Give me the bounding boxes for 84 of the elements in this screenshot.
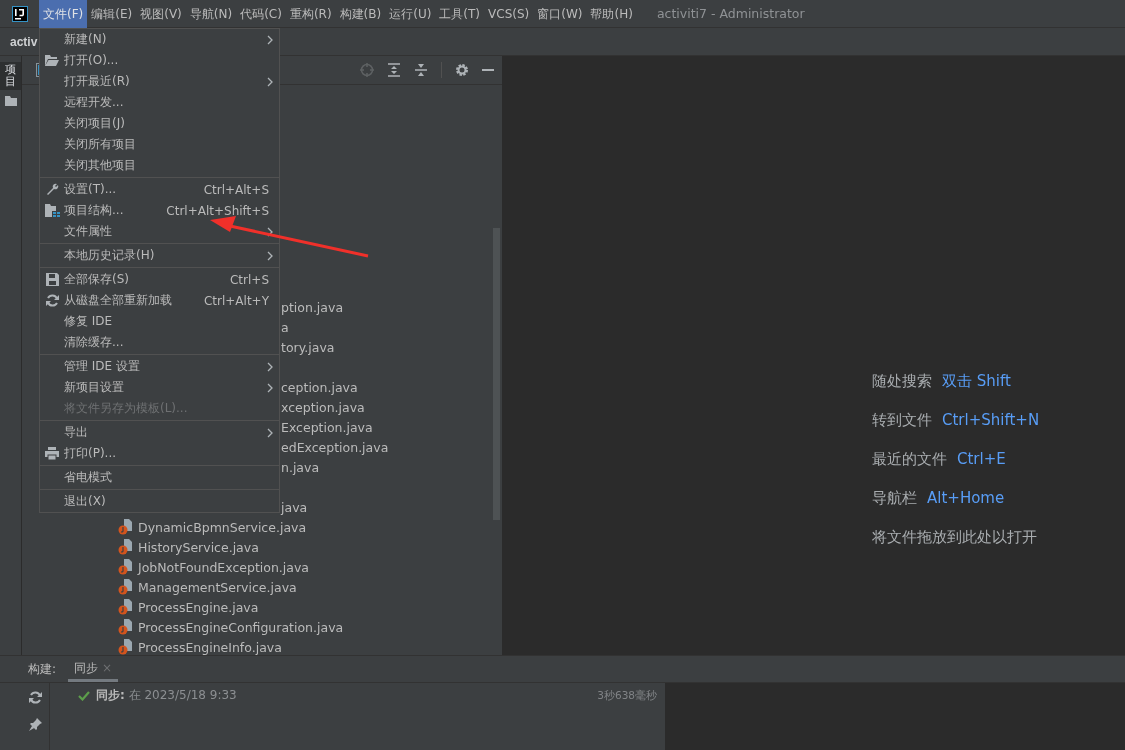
java-file-icon xyxy=(118,539,133,555)
menu-entry[interactable]: 管理 IDE 设置 xyxy=(40,356,279,377)
java-file-icon xyxy=(118,599,133,615)
file-name[interactable]: ManagementService.java xyxy=(138,579,297,595)
hint-shortcut: 双击 Shift xyxy=(942,372,1011,392)
file-name[interactable]: edException.java xyxy=(281,439,389,455)
file-name[interactable]: ception.java xyxy=(281,379,358,395)
menu-entry[interactable]: 远程开发... xyxy=(40,92,279,113)
hint-label: 最近的文件 xyxy=(872,450,947,470)
expand-all-icon[interactable] xyxy=(387,63,401,77)
menu-entry[interactable]: 打印(P)... xyxy=(40,443,279,464)
hint-label: 转到文件 xyxy=(872,411,932,431)
file-name[interactable]: ption.java xyxy=(281,299,344,315)
java-file-icon xyxy=(118,519,133,535)
hint-shortcut: Alt+Home xyxy=(927,489,1005,509)
save-icon xyxy=(45,273,59,286)
menu-entry[interactable]: 打开(O)... xyxy=(40,50,279,71)
menu-item[interactable]: 窗口(W) xyxy=(533,0,587,28)
file-name[interactable]: ProcessEngineInfo.java xyxy=(138,639,282,655)
menu-item[interactable]: 帮助(H) xyxy=(586,0,637,28)
menu-entry[interactable]: 本地历史记录(H) xyxy=(40,245,279,266)
file-name[interactable]: HistoryService.java xyxy=(138,539,259,555)
menu-entry[interactable]: 关闭所有项目 xyxy=(40,134,279,155)
folder-icon xyxy=(45,55,59,66)
project-tab[interactable]: 项目 xyxy=(0,62,21,91)
menu-entry[interactable]: 新建(N) xyxy=(40,29,279,50)
menu-item[interactable]: 编辑(E) xyxy=(87,0,137,28)
java-file-icon xyxy=(118,579,133,595)
panel-tab[interactable]: 同步 × xyxy=(68,656,118,682)
check-icon xyxy=(78,690,90,701)
menu-entry[interactable]: 设置(T)... Ctrl+Alt+S xyxy=(40,179,279,200)
file-name[interactable]: DynamicBpmnService.java xyxy=(138,519,307,535)
file-name[interactable]: tory.java xyxy=(281,339,335,355)
file-name[interactable]: java xyxy=(281,499,308,515)
menu-entry[interactable]: 项目结构... Ctrl+Alt+Shift+S xyxy=(40,200,279,221)
settings-icon[interactable] xyxy=(455,63,469,77)
menu-item[interactable]: 构建(B) xyxy=(335,0,386,28)
menu-entry[interactable]: 修复 IDE xyxy=(40,311,279,332)
menu-entry[interactable]: 打开最近(R) xyxy=(40,71,279,92)
refresh-icon[interactable] xyxy=(29,691,42,704)
menu-entry[interactable]: 全部保存(S) Ctrl+S xyxy=(40,269,279,290)
menu-entry[interactable]: 文件属性 xyxy=(40,221,279,242)
printer-icon xyxy=(45,447,59,460)
menu-entry[interactable]: 省电模式 xyxy=(40,467,279,488)
file-name[interactable]: a xyxy=(281,319,289,335)
reload-icon xyxy=(45,294,59,307)
menu-entry[interactable]: 退出(X) xyxy=(40,491,279,512)
menu-entry[interactable]: 关闭其他项目 xyxy=(40,155,279,176)
file-name[interactable]: ProcessEngine.java xyxy=(138,599,259,615)
menu-entry[interactable]: 清除缓存... xyxy=(40,332,279,353)
menu-item[interactable]: 运行(U) xyxy=(385,0,436,28)
hint-label: 随处搜索 xyxy=(872,372,932,392)
menu-entry[interactable]: 导出 xyxy=(40,422,279,443)
java-file-icon xyxy=(118,559,133,575)
hint-shortcut: Ctrl+E xyxy=(957,450,1006,470)
folder-grid-icon xyxy=(44,204,60,217)
hint-shortcut: Ctrl+Shift+N xyxy=(942,411,1040,431)
pin-icon[interactable] xyxy=(29,718,42,731)
app-logo-icon xyxy=(12,5,28,22)
menu-entry[interactable]: 新项目设置 xyxy=(40,377,279,398)
menu-item[interactable]: 代码(C) xyxy=(236,0,286,28)
project-name: activ xyxy=(10,34,38,49)
wrench-icon xyxy=(45,183,59,196)
menu-item[interactable]: 重构(R) xyxy=(285,0,336,28)
menu-item[interactable]: VCS(S) xyxy=(484,0,534,28)
file-name[interactable]: Exception.java xyxy=(281,419,373,435)
java-file-icon xyxy=(118,619,133,635)
hint-label: 将文件拖放到此处以打开 xyxy=(872,528,1037,548)
file-name[interactable]: JobNotFoundException.java xyxy=(138,559,310,575)
menu-entry[interactable]: 关闭项目(J) xyxy=(40,113,279,134)
file-name[interactable]: n.java xyxy=(281,459,320,475)
menu-item[interactable]: 导航(N) xyxy=(185,0,237,28)
panel-label: 构建: xyxy=(28,660,57,678)
menu-item[interactable]: 工具(T) xyxy=(435,0,485,28)
file-name[interactable]: xception.java xyxy=(281,399,365,415)
file-name[interactable]: ProcessEngineConfiguration.java xyxy=(138,619,344,635)
menu-item[interactable]: 文件(F) xyxy=(39,0,88,28)
hint-label: 导航栏 xyxy=(872,489,917,509)
collapse-all-icon[interactable] xyxy=(414,63,428,77)
menu-entry[interactable]: 从磁盘全部重新加载 Ctrl+Alt+Y xyxy=(40,290,279,311)
sync-status[interactable]: 同步: 在 2023/5/18 9:33 xyxy=(96,687,237,704)
folder-icon xyxy=(4,96,17,107)
menu-item[interactable]: 视图(V) xyxy=(136,0,186,28)
window-title: activiti7 - Administrator xyxy=(656,6,805,21)
